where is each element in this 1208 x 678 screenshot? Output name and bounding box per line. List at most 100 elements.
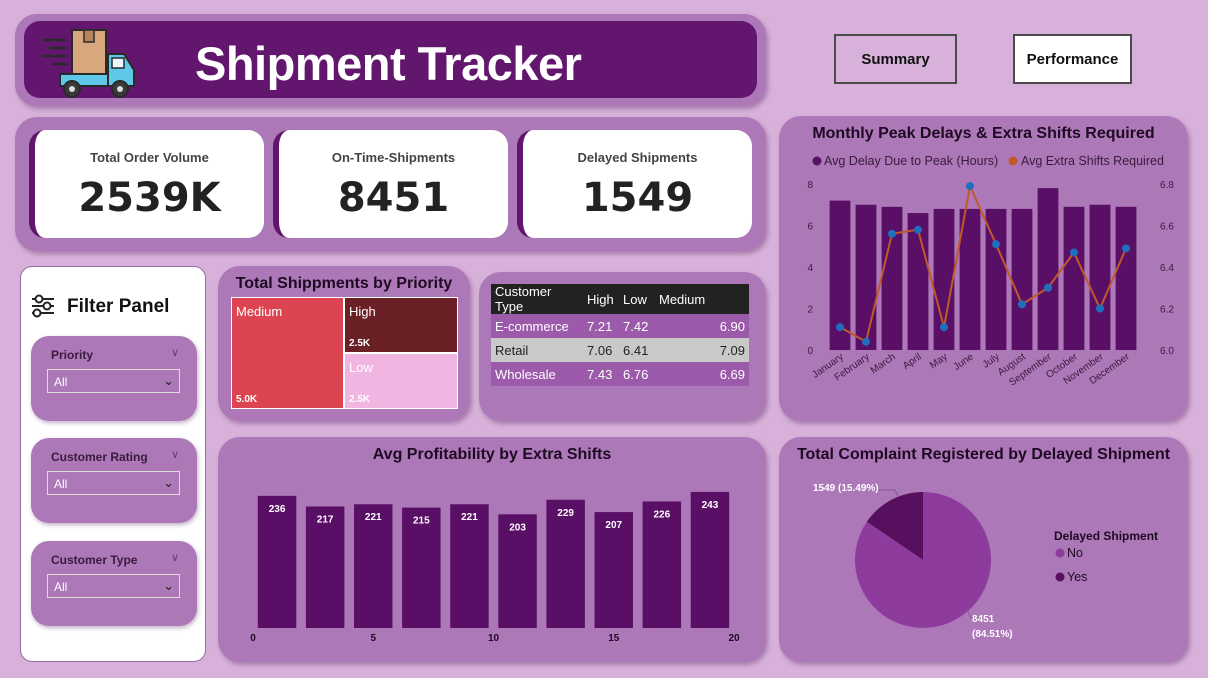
tile-value: 2.5K xyxy=(349,394,371,405)
chevron-down-icon[interactable]: ∨ xyxy=(171,551,179,564)
legend-marker xyxy=(812,156,822,166)
kpi-value: 1549 xyxy=(581,175,694,221)
data-label: 236 xyxy=(269,504,286,515)
kpi-card-total-order-volume: Total Order Volume 2539K xyxy=(29,130,264,238)
pie-legend-title: Delayed Shipment xyxy=(1054,529,1158,543)
pie-chart-title: Total Complaint Registered by Delayed Sh… xyxy=(796,446,1171,463)
table-header[interactable]: Low xyxy=(619,284,655,314)
line-point[interactable] xyxy=(1070,248,1078,257)
customer-rating-dropdown[interactable]: All ⌄ xyxy=(47,471,180,495)
treemap-tile-low[interactable]: Low 2.5K xyxy=(344,353,458,409)
profit-bar[interactable] xyxy=(546,499,585,628)
x-tick-label: March xyxy=(869,351,898,376)
chevron-down-icon[interactable]: ⌄ xyxy=(163,373,174,389)
line-point[interactable] xyxy=(1018,300,1026,309)
table-cell: 6.69 xyxy=(655,362,749,386)
priority-slicer: Priority ∨ All ⌄ xyxy=(31,336,197,421)
tile-label: Medium xyxy=(236,304,283,319)
legend-label: Avg Delay Due to Peak (Hours) xyxy=(824,154,998,168)
table-cell: 7.21 xyxy=(583,314,619,338)
monthly-bar[interactable] xyxy=(1011,208,1033,350)
filter-panel-title: Filter Panel xyxy=(67,296,170,317)
customer-type-slicer: Customer Type ∨ All ⌄ xyxy=(31,541,197,626)
legend-label[interactable]: No xyxy=(1067,546,1083,560)
table-row[interactable]: E-commerce 7.21 7.42 6.90 xyxy=(491,314,749,338)
legend-marker xyxy=(1008,156,1018,166)
profit-bar[interactable] xyxy=(257,495,297,628)
y-tick-label: 6 xyxy=(807,222,813,233)
legend-label[interactable]: Yes xyxy=(1067,570,1087,584)
line-point[interactable] xyxy=(914,225,922,234)
line-point[interactable] xyxy=(1122,244,1130,253)
line-point[interactable] xyxy=(862,337,870,346)
chevron-down-icon[interactable]: ∨ xyxy=(171,346,179,359)
monthly-bar[interactable] xyxy=(881,206,903,350)
table-cell: Wholesale xyxy=(491,362,583,386)
monthly-bar[interactable] xyxy=(1115,206,1137,350)
table-header[interactable]: Customer Type xyxy=(491,284,583,314)
x-tick-label: 20 xyxy=(728,633,740,644)
data-label: 243 xyxy=(702,500,719,511)
table-cell: E-commerce xyxy=(491,314,583,338)
profitability-bar-chart: 236 217 221 215 221 203 229 207 226 243 0 5 10 15 20 xyxy=(250,491,740,644)
kpi-card-delayed-shipments: Delayed Shipments 1549 xyxy=(517,130,752,238)
tile-label: High xyxy=(349,304,376,319)
x-tick-label: 0 xyxy=(250,633,256,644)
data-label: 207 xyxy=(605,520,622,531)
y-tick-label: 2 xyxy=(807,305,813,316)
table-cell: 7.43 xyxy=(583,362,619,386)
monthly-bar[interactable] xyxy=(1037,188,1059,350)
monthly-bar[interactable] xyxy=(855,204,877,350)
data-label: 215 xyxy=(413,516,430,527)
line-point[interactable] xyxy=(1096,304,1104,313)
line-point[interactable] xyxy=(836,323,844,332)
slicer-label: Customer Rating xyxy=(51,450,148,464)
monthly-bar[interactable] xyxy=(1063,206,1085,350)
monthly-bar[interactable] xyxy=(1089,204,1111,350)
treemap-tile-medium[interactable]: Medium 5.0K xyxy=(231,297,344,409)
treemap-tile-high[interactable]: High 2.5K xyxy=(344,297,458,353)
table-cell: 6.76 xyxy=(619,362,655,386)
data-label: 217 xyxy=(317,514,334,525)
x-tick-label: April xyxy=(901,351,924,371)
x-tick-label: June xyxy=(952,351,976,373)
chevron-down-icon[interactable]: ∨ xyxy=(171,448,179,461)
legend-label: Avg Extra Shifts Required xyxy=(1021,154,1164,168)
monthly-combo-chart: 024686.06.26.46.66.8JanuaryFebruaryMarch… xyxy=(807,180,1174,389)
line-point[interactable] xyxy=(1044,283,1052,292)
chevron-down-icon[interactable]: ⌄ xyxy=(163,578,174,594)
performance-button[interactable]: Performance xyxy=(1013,34,1132,84)
customer-type-table: Customer Type High Low Medium E-commerce… xyxy=(491,284,749,386)
data-label: 221 xyxy=(461,512,478,523)
slicer-label: Priority xyxy=(51,348,94,362)
y-tick-label: 8 xyxy=(807,180,813,191)
table-header[interactable]: High xyxy=(583,284,619,314)
customer-rating-slicer: Customer Rating ∨ All ⌄ xyxy=(31,438,197,523)
customer-type-dropdown[interactable]: All ⌄ xyxy=(47,574,180,598)
table-cell: 6.41 xyxy=(619,338,655,362)
line-point[interactable] xyxy=(888,229,896,238)
line-point[interactable] xyxy=(966,182,974,191)
table-row[interactable]: Wholesale 7.43 6.76 6.69 xyxy=(491,362,749,386)
dropdown-value: All xyxy=(54,375,68,389)
y2-tick-label: 6.0 xyxy=(1160,346,1174,357)
table-header[interactable]: Medium xyxy=(655,284,749,314)
summary-button[interactable]: Summary xyxy=(834,34,957,84)
line-point[interactable] xyxy=(992,240,1000,249)
chevron-down-icon[interactable]: ⌄ xyxy=(163,475,174,491)
kpi-label: Delayed Shipments xyxy=(577,150,698,165)
kpi-card-on-time-shipments: On-Time-Shipments 8451 xyxy=(273,130,508,238)
delivery-truck-icon xyxy=(42,29,135,98)
profit-bar[interactable] xyxy=(690,491,730,628)
sliders-icon xyxy=(32,294,54,318)
priority-dropdown[interactable]: All ⌄ xyxy=(47,369,180,393)
table-row[interactable]: Retail 7.06 6.41 7.09 xyxy=(491,338,749,362)
y-tick-label: 4 xyxy=(807,263,813,274)
tile-label: Low xyxy=(349,360,373,375)
data-label: 221 xyxy=(365,512,382,523)
legend-marker xyxy=(1055,548,1065,558)
line-point[interactable] xyxy=(940,323,948,332)
y2-tick-label: 6.6 xyxy=(1160,222,1174,233)
x-tick-label: 5 xyxy=(370,633,376,644)
pie-label-no-pct: (84.51%) xyxy=(972,629,1013,640)
